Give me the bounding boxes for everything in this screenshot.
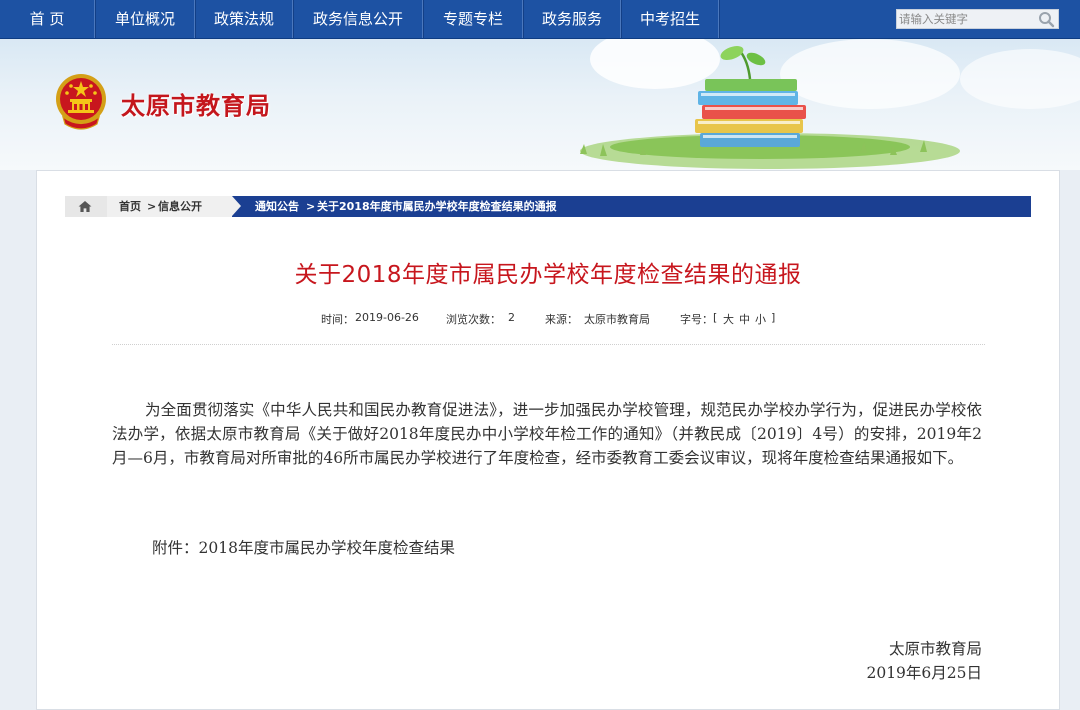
nav-divider — [94, 0, 95, 38]
national-emblem-icon — [56, 74, 106, 130]
meta-time: 2019-06-26 — [355, 311, 419, 324]
meta-source-label: 来源： — [545, 313, 578, 326]
nav-gov-info[interactable]: 政务信息公开 — [294, 0, 422, 38]
nav-divider — [422, 0, 423, 38]
meta-views-label: 浏览次数： — [446, 313, 501, 326]
article-paragraph: 为全面贯彻落实《中华人民共和国民办教育促进法》，进一步加强民办学校管理，规范民办… — [112, 401, 982, 467]
search-box — [896, 9, 1059, 29]
home-icon[interactable] — [78, 201, 92, 212]
meta-time-label: 时间： — [321, 313, 354, 326]
nav-about[interactable]: 单位概况 — [96, 0, 194, 38]
breadcrumb-separator: > — [306, 200, 316, 213]
article-panel: 首页 > 信息公开 通知公告 > 关于2018年度市属民办学校年度检查结果的通报… — [36, 170, 1060, 710]
nav-policy[interactable]: 政策法规 — [196, 0, 292, 38]
article-signature: 太原市教育局 2019年6月25日 — [866, 637, 982, 685]
meta-font-label: 字号： — [680, 313, 713, 326]
breadcrumb-home-tile[interactable] — [65, 196, 107, 217]
font-size-bracket: ] — [771, 311, 776, 324]
breadcrumb-current: 关于2018年度市属民办学校年度检查结果的通报 — [317, 200, 557, 213]
breadcrumb-separator: > — [147, 200, 157, 213]
breadcrumb-info-link[interactable]: 信息公开 — [158, 196, 202, 217]
meta-source: 太原市教育局 — [584, 313, 650, 326]
nav-divider — [522, 0, 523, 38]
signature-date: 2019年6月25日 — [866, 664, 982, 682]
font-size-bracket: [ — [713, 311, 718, 324]
search-input[interactable] — [897, 10, 1041, 28]
nav-home[interactable]: 首 页 — [0, 0, 94, 38]
article-attachment[interactable]: 附件：2018年度市属民办学校年度检查结果 — [152, 536, 455, 558]
meta-views: 2 — [508, 311, 515, 324]
title-divider — [112, 344, 985, 345]
nav-divider — [292, 0, 293, 38]
nav-topics[interactable]: 专题专栏 — [424, 0, 522, 38]
nav-divider — [620, 0, 621, 38]
breadcrumb-section: 首页 > 信息公开 — [107, 196, 232, 217]
nav-divider — [718, 0, 719, 38]
signature-org: 太原市教育局 — [888, 640, 982, 658]
article-title: 关于2018年度市属民办学校年度检查结果的通报 — [294, 262, 802, 288]
breadcrumb: 首页 > 信息公开 通知公告 > 关于2018年度市属民办学校年度检查结果的通报 — [65, 196, 1031, 217]
breadcrumb-home-link[interactable]: 首页 — [119, 196, 141, 217]
nav-enrollment[interactable]: 中考招生 — [622, 0, 718, 38]
top-navigation: 首 页 单位概况 政策法规 政务信息公开 专题专栏 政务服务 中考招生 — [0, 0, 1080, 39]
nav-divider — [194, 0, 195, 38]
breadcrumb-arrow — [232, 196, 241, 216]
breadcrumb-notice-link[interactable]: 通知公告 — [255, 196, 299, 217]
search-icon[interactable] — [1036, 10, 1056, 28]
font-size-large[interactable]: 大 — [723, 311, 734, 327]
books-illustration — [580, 46, 960, 169]
article-body: 为全面贯彻落实《中华人民共和国民办教育促进法》，进一步加强民办学校管理，规范民办… — [112, 398, 982, 470]
font-size-medium[interactable]: 中 — [739, 311, 750, 327]
font-size-small[interactable]: 小 — [755, 311, 766, 327]
site-title: 太原市教育局 — [121, 92, 271, 120]
nav-services[interactable]: 政务服务 — [524, 0, 620, 38]
header-banner: 太原市教育局 — [0, 39, 1080, 170]
